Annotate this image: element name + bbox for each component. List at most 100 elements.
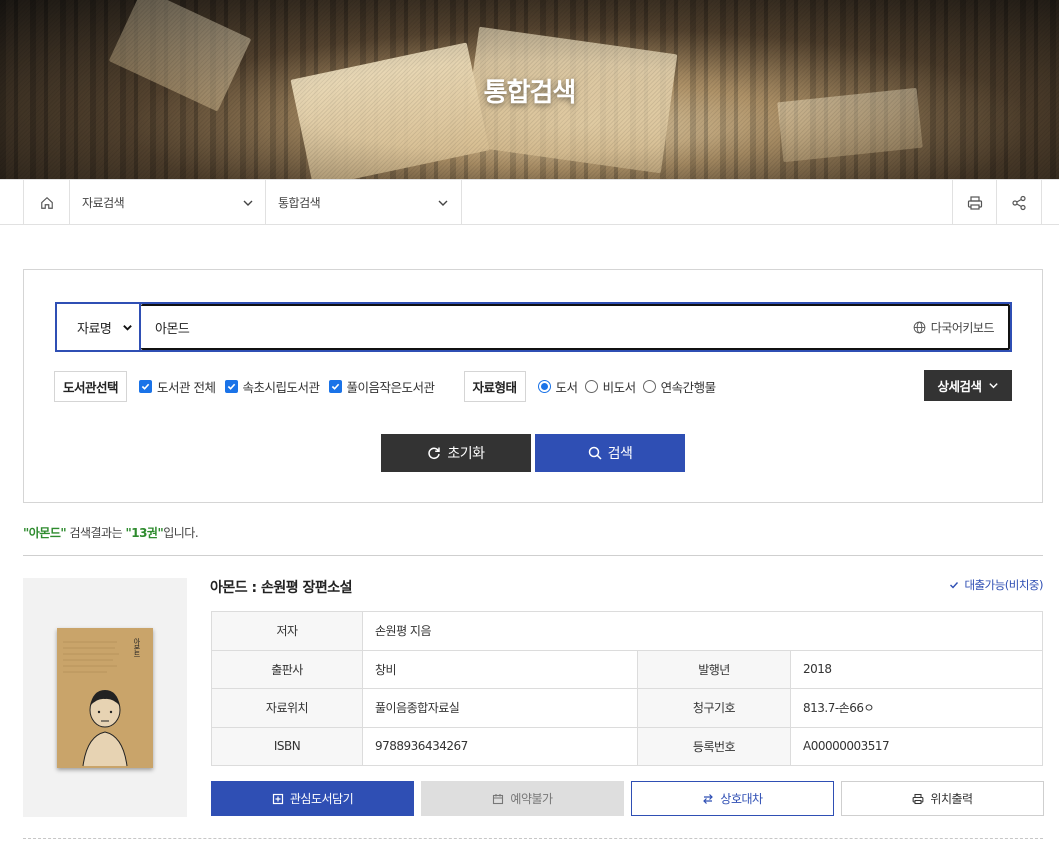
availability-status[interactable]: 대출가능(비치중): [949, 577, 1043, 593]
chevron-down-icon: [123, 324, 132, 331]
radio-unselected[interactable]: [584, 379, 598, 393]
home-icon: [40, 196, 53, 209]
summary-tail: 입니다.: [163, 526, 199, 540]
check-icon: [950, 582, 959, 589]
radio-label: 비도서: [602, 379, 637, 395]
page-title: 통합검색: [483, 78, 577, 108]
value-isbn: 9788936434267: [362, 726, 638, 766]
table-row: ISBN 9788936434267 등록번호 A00000003517: [211, 726, 1043, 766]
search-field-select[interactable]: 자료명: [57, 304, 141, 350]
value-publisher: 창비: [362, 649, 638, 689]
print-location-label: 위치출력: [930, 792, 973, 806]
table-row: 출판사 창비 발행년 2018: [211, 649, 1043, 689]
summary-query: "아몬드": [23, 526, 67, 540]
reserve-label: 예약불가: [510, 792, 553, 806]
print-button[interactable]: [952, 180, 997, 225]
value-year: 2018: [790, 649, 1043, 689]
radio-type-book[interactable]: 도서: [537, 377, 579, 396]
breadcrumb-select-category[interactable]: 자료검색: [69, 180, 266, 225]
checkbox-checked[interactable]: [139, 379, 153, 393]
radio-label: 도서: [555, 379, 579, 395]
favorite-label: 관심도서담기: [289, 792, 354, 806]
interlibrary-label: 상호대차: [720, 792, 763, 806]
label-callno: 청구기호: [637, 688, 791, 728]
print-location-button[interactable]: 위치출력: [841, 781, 1044, 816]
keyboard-label: 다국어키보드: [930, 320, 995, 335]
chevron-down-icon: [438, 200, 448, 206]
book-info-table: 저자 손원평 지음 출판사 창비 발행년 2018 자료위치 풀이음종합자료실 …: [211, 611, 1043, 766]
search-field-value: 자료명: [77, 321, 112, 337]
checkbox-library-all[interactable]: 도서관 전체: [139, 377, 216, 396]
calendar-icon: [493, 793, 504, 804]
divider: [23, 555, 1043, 556]
availability-label: 대출가능(비치중): [964, 578, 1043, 592]
print-icon: [913, 793, 924, 804]
breadcrumb-label: 통합검색: [278, 196, 321, 210]
globe-icon: [913, 321, 926, 333]
print-icon: [967, 195, 983, 210]
value-regno: A00000003517: [790, 726, 1043, 766]
label-year: 발행년: [637, 649, 791, 689]
checkbox-label: 속초시립도서관: [242, 379, 321, 395]
result-actions: 관심도서담기 예약불가 상호대차 위치출력: [211, 781, 1044, 816]
interlibrary-loan-button[interactable]: 상호대차: [631, 781, 834, 816]
hero-banner: 통합검색: [0, 0, 1059, 179]
multilingual-keyboard-button[interactable]: 다국어키보드: [913, 319, 995, 336]
search-button[interactable]: 검색: [535, 434, 685, 472]
checkbox-library-pureum[interactable]: 풀이음작은도서관: [328, 377, 436, 396]
search-panel: 자료명 아몬드 다국어키보드 도서관선택 도서관 전체 속초시립도서관 풀이음작…: [23, 269, 1043, 503]
reserve-button[interactable]: 예약불가: [421, 781, 624, 816]
checkbox-label: 도서관 전체: [157, 379, 216, 395]
search-actions: 초기화 검색: [381, 434, 685, 472]
search-bar: 자료명 아몬드 다국어키보드: [55, 302, 1012, 352]
refresh-icon: [428, 447, 441, 460]
bookmark-add-icon: [272, 793, 283, 804]
reset-button[interactable]: 초기화: [381, 434, 531, 472]
result-summary: "아몬드" 검색결과는 "13권"입니다.: [23, 524, 199, 541]
summary-mid: 검색결과는: [66, 526, 126, 540]
search-input[interactable]: 아몬드 다국어키보드: [141, 304, 1010, 350]
search-icon: [588, 446, 602, 460]
radio-selected[interactable]: [537, 379, 551, 393]
radio-unselected[interactable]: [642, 379, 656, 393]
chevron-down-icon: [988, 383, 998, 389]
radio-type-serial[interactable]: 연속간행물: [642, 377, 717, 396]
result-title-link[interactable]: 아몬드 : 손원평 장편소설: [210, 577, 353, 597]
chevron-down-icon: [243, 200, 253, 206]
breadcrumb-label: 자료검색: [82, 196, 125, 210]
label-regno: 등록번호: [637, 726, 791, 766]
library-select-label: 도서관선택: [54, 370, 128, 402]
value-author: 손원평 지음: [362, 611, 1043, 651]
book-cover-thumbnail[interactable]: 아몬드: [23, 578, 187, 817]
checkbox-checked[interactable]: [328, 379, 342, 393]
material-type-label: 자료형태: [463, 370, 526, 402]
summary-count: "13권": [125, 526, 164, 540]
search-options: 도서관선택 도서관 전체 속초시립도서관 풀이음작은도서관 자료형태 도서 비도…: [54, 370, 1012, 402]
search-query: 아몬드: [155, 321, 190, 337]
share-icon: [1012, 195, 1026, 210]
table-row: 저자 손원평 지음: [211, 611, 1043, 651]
label-author: 저자: [211, 611, 363, 651]
radio-label: 연속간행물: [660, 379, 717, 395]
breadcrumb-select-page[interactable]: 통합검색: [265, 180, 462, 225]
label-isbn: ISBN: [211, 726, 363, 766]
value-location: 풀이음종합자료실: [362, 688, 638, 728]
checkbox-library-sokcho[interactable]: 속초시립도서관: [224, 377, 321, 396]
breadcrumb: 자료검색 통합검색: [0, 179, 1059, 225]
radio-type-nonbook[interactable]: 비도서: [584, 377, 637, 396]
share-button[interactable]: [996, 180, 1042, 225]
checkbox-label: 풀이음작은도서관: [346, 379, 436, 395]
checkbox-checked[interactable]: [224, 379, 238, 393]
result-divider: [23, 838, 1043, 839]
detail-search-label: 상세검색: [937, 379, 982, 394]
search-label: 검색: [607, 446, 633, 462]
label-publisher: 출판사: [211, 649, 363, 689]
swap-icon: [703, 793, 714, 804]
home-button[interactable]: [23, 180, 69, 225]
table-row: 자료위치 풀이음종합자료실 청구기호 813.7-손66ㅇ: [211, 688, 1043, 728]
add-favorite-button[interactable]: 관심도서담기: [211, 781, 414, 816]
detail-search-button[interactable]: 상세검색: [924, 370, 1012, 401]
cover-title: 아몬드: [133, 637, 141, 657]
reset-label: 초기화: [447, 446, 485, 462]
label-location: 자료위치: [211, 688, 363, 728]
